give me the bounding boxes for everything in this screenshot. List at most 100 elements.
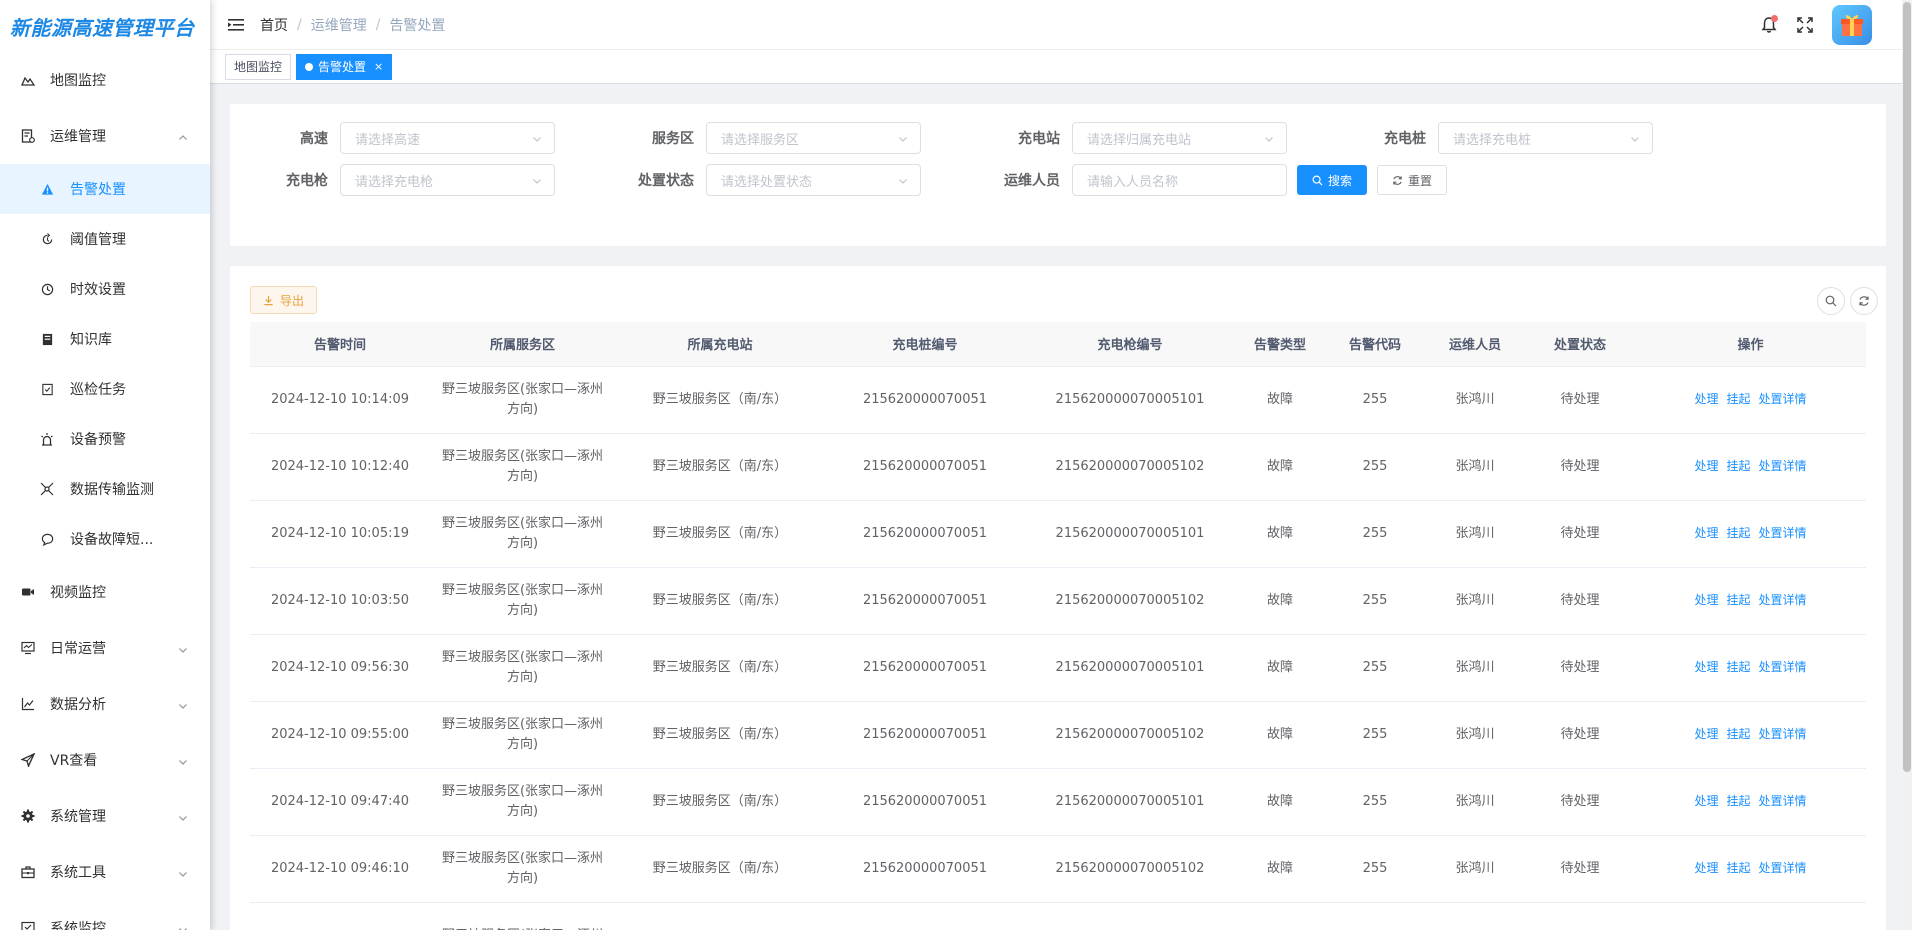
breadcrumb-home[interactable]: 首页 [260,15,288,35]
filter-input[interactable]: 请输入人员名称 [1072,164,1287,196]
filter-select[interactable]: 请选择处置状态 [706,164,921,196]
search-button[interactable]: 搜索 [1297,165,1368,195]
table-cell: 255 [1325,366,1425,434]
table-cell: 野三坡服务区(张家口—涿州方向) [430,500,615,568]
table-cell: 故障 [1235,701,1325,769]
table-cell: 255 [1325,835,1425,903]
detail-button[interactable]: 处置详情 [1759,593,1807,607]
table-cell: 215620000070051 [825,701,1025,769]
table-cell: 215620000070051 [825,768,1025,836]
sidebar-item-vr[interactable]: VR查看 [0,732,210,788]
fullscreen-icon[interactable] [1794,14,1816,36]
handle-button[interactable]: 处理 [1694,794,1718,808]
table-cell: 待处理 [1525,500,1635,568]
toggle-search-button[interactable] [1817,287,1845,315]
suspend-button[interactable]: 挂起 [1726,593,1750,607]
filter-select[interactable]: 请选择服务区 [706,122,921,154]
page-scrollbar[interactable] [1902,0,1912,930]
filter-select[interactable]: 请选择充电枪 [340,164,555,196]
detail-button[interactable]: 处置详情 [1759,794,1807,808]
sidebar-subitem-chat[interactable]: 设备故障短... [0,514,210,564]
table-cell: 野三坡服务区(张家口—涿州方向) [430,768,615,836]
sidebar-subitem-network[interactable]: 数据传输监测 [0,464,210,514]
refresh-button[interactable] [1850,287,1878,315]
filter-select[interactable]: 请选择高速 [340,122,555,154]
filter-select[interactable]: 请选择充电桩 [1438,122,1653,154]
bell-icon[interactable] [1758,14,1780,36]
detail-button[interactable]: 处置详情 [1759,660,1807,674]
actions-cell [1635,902,1866,930]
sidebar-item-video[interactable]: 视频监控 [0,564,210,620]
filter-placeholder: 请输入人员名称 [1087,174,1179,190]
sidebar-subitem-inspect[interactable]: 巡检任务 [0,364,210,414]
ops-icon [20,128,36,144]
suspend-button[interactable]: 挂起 [1726,794,1750,808]
breadcrumb-ops[interactable]: 运维管理 [311,15,367,35]
sidebar-subitem-threshold[interactable]: 阈值管理 [0,214,210,264]
table-cell: 野三坡服务区（南/东） [615,634,825,702]
scrollbar-thumb[interactable] [1903,2,1911,772]
detail-button[interactable]: 处置详情 [1759,727,1807,741]
detail-button[interactable]: 处置详情 [1759,459,1807,473]
monitor-icon [20,640,36,656]
sidebar-item-monitor[interactable]: 日常运营 [0,620,210,676]
column-header: 告警代码 [1325,322,1425,367]
table-cell: 野三坡服务区(张家口—涿州方向) [430,567,615,635]
sidebar-item-monitor-check[interactable]: 系统监控 [0,900,210,930]
suspend-button[interactable]: 挂起 [1726,526,1750,540]
handle-button[interactable]: 处理 [1694,861,1718,875]
sidebar-subitem-device-alert[interactable]: 设备预警 [0,414,210,464]
handle-button[interactable]: 处理 [1694,459,1718,473]
table-cell: 故障 [1235,567,1325,635]
chevron-down-icon [1264,133,1274,143]
suspend-button[interactable]: 挂起 [1726,660,1750,674]
sidebar-item-chart[interactable]: 数据分析 [0,676,210,732]
tag-alarm-handling[interactable]: 告警处置 × [296,53,393,80]
handle-button[interactable]: 处理 [1694,526,1718,540]
sidebar-item-ops[interactable]: 运维管理 [0,108,210,164]
detail-button[interactable]: 处置详情 [1759,392,1807,406]
sidebar-item-label: 系统监控 [50,921,106,930]
hamburger-icon[interactable] [226,16,246,34]
filter-select[interactable]: 请选择归属充电站 [1072,122,1287,154]
table-cell [250,902,430,930]
detail-button[interactable]: 处置详情 [1759,526,1807,540]
sidebar-item-toolbox[interactable]: 系统工具 [0,844,210,900]
suspend-button[interactable]: 挂起 [1726,727,1750,741]
sidebar-subitem-label: 设备预警 [70,432,126,448]
user-avatar[interactable] [1832,5,1872,45]
table-cell: 215620000070051 [825,634,1025,702]
suspend-button[interactable]: 挂起 [1726,459,1750,473]
actions-cell: 处理 挂起 处置详情 [1635,567,1866,635]
clock-icon [40,282,54,296]
sidebar-item-label: 系统工具 [50,865,106,881]
export-button[interactable]: 导出 [250,286,318,314]
app-logo[interactable]: 新能源高速管理平台 [0,0,210,52]
suspend-button[interactable]: 挂起 [1726,392,1750,406]
reset-button[interactable]: 重置 [1377,165,1448,195]
tag-map-monitor[interactable]: 地图监控 [225,53,292,80]
sidebar-item-gear[interactable]: 系统管理 [0,788,210,844]
search-button-label: 搜索 [1328,173,1353,188]
sidebar-subitem-clock[interactable]: 时效设置 [0,264,210,314]
close-icon[interactable]: × [374,55,383,79]
handle-button[interactable]: 处理 [1694,593,1718,607]
detail-button[interactable]: 处置详情 [1759,861,1807,875]
handle-button[interactable]: 处理 [1694,660,1718,674]
chevron-down-icon [532,133,542,143]
vr-icon [20,752,36,768]
table-cell: 张鸿川 [1425,500,1525,568]
chevron-down-icon [178,699,188,709]
sidebar-subitem-warning[interactable]: 告警处置 [0,164,210,214]
sidebar-item-map[interactable]: 地图监控 [0,52,210,108]
suspend-button[interactable]: 挂起 [1726,861,1750,875]
table-cell: 待处理 [1525,768,1635,836]
book-icon [40,332,54,346]
sidebar-subitem-book[interactable]: 知识库 [0,314,210,364]
table-cell: 张鸿川 [1425,567,1525,635]
table-cell: 故障 [1235,433,1325,501]
column-header: 告警时间 [250,322,430,367]
table-cell: 故障 [1235,768,1325,836]
handle-button[interactable]: 处理 [1694,392,1718,406]
handle-button[interactable]: 处理 [1694,727,1718,741]
